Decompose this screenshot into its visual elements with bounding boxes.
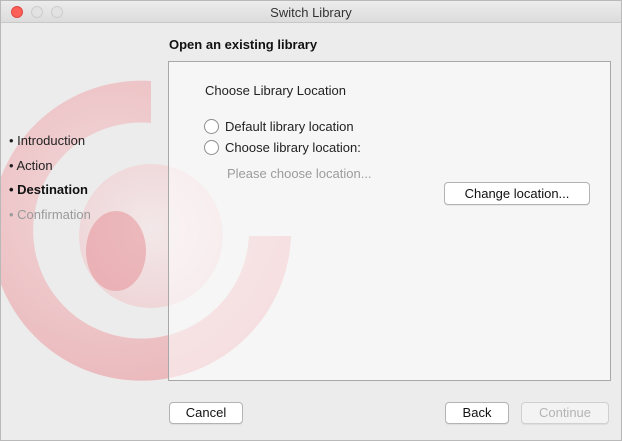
switch-library-window: Switch Library Open an existing library … (0, 0, 622, 441)
panel-title: Choose Library Location (205, 83, 346, 98)
option-default-location[interactable]: Default library location (204, 119, 354, 134)
page-heading: Open an existing library (169, 37, 318, 52)
option-choose-location[interactable]: Choose library location: (204, 140, 361, 155)
option-label: Default library location (225, 119, 354, 134)
step-label: Confirmation (17, 206, 91, 222)
content-panel: Choose Library Location Default library … (168, 61, 611, 381)
radio-button[interactable] (204, 140, 219, 155)
step-destination: • Destination (9, 182, 88, 197)
step-label: Destination (17, 182, 88, 197)
step-introduction: • Introduction (9, 133, 86, 148)
option-label: Choose library location: (225, 140, 361, 155)
step-action: • Action (9, 157, 53, 173)
step-label: Introduction (17, 133, 86, 148)
cancel-button[interactable]: Cancel (169, 402, 243, 424)
change-location-button[interactable]: Change location... (444, 182, 590, 205)
continue-button[interactable]: Continue (521, 402, 609, 424)
step-label: Action (16, 157, 53, 173)
radio-button[interactable] (204, 119, 219, 134)
step-confirmation: • Confirmation (9, 206, 91, 222)
back-button[interactable]: Back (445, 402, 509, 424)
location-path-placeholder: Please choose location... (227, 166, 372, 181)
title-bar: Switch Library (1, 1, 621, 23)
wizard-steps: • Introduction • Action • Destination • … (9, 129, 91, 227)
window-title: Switch Library (270, 5, 352, 20)
